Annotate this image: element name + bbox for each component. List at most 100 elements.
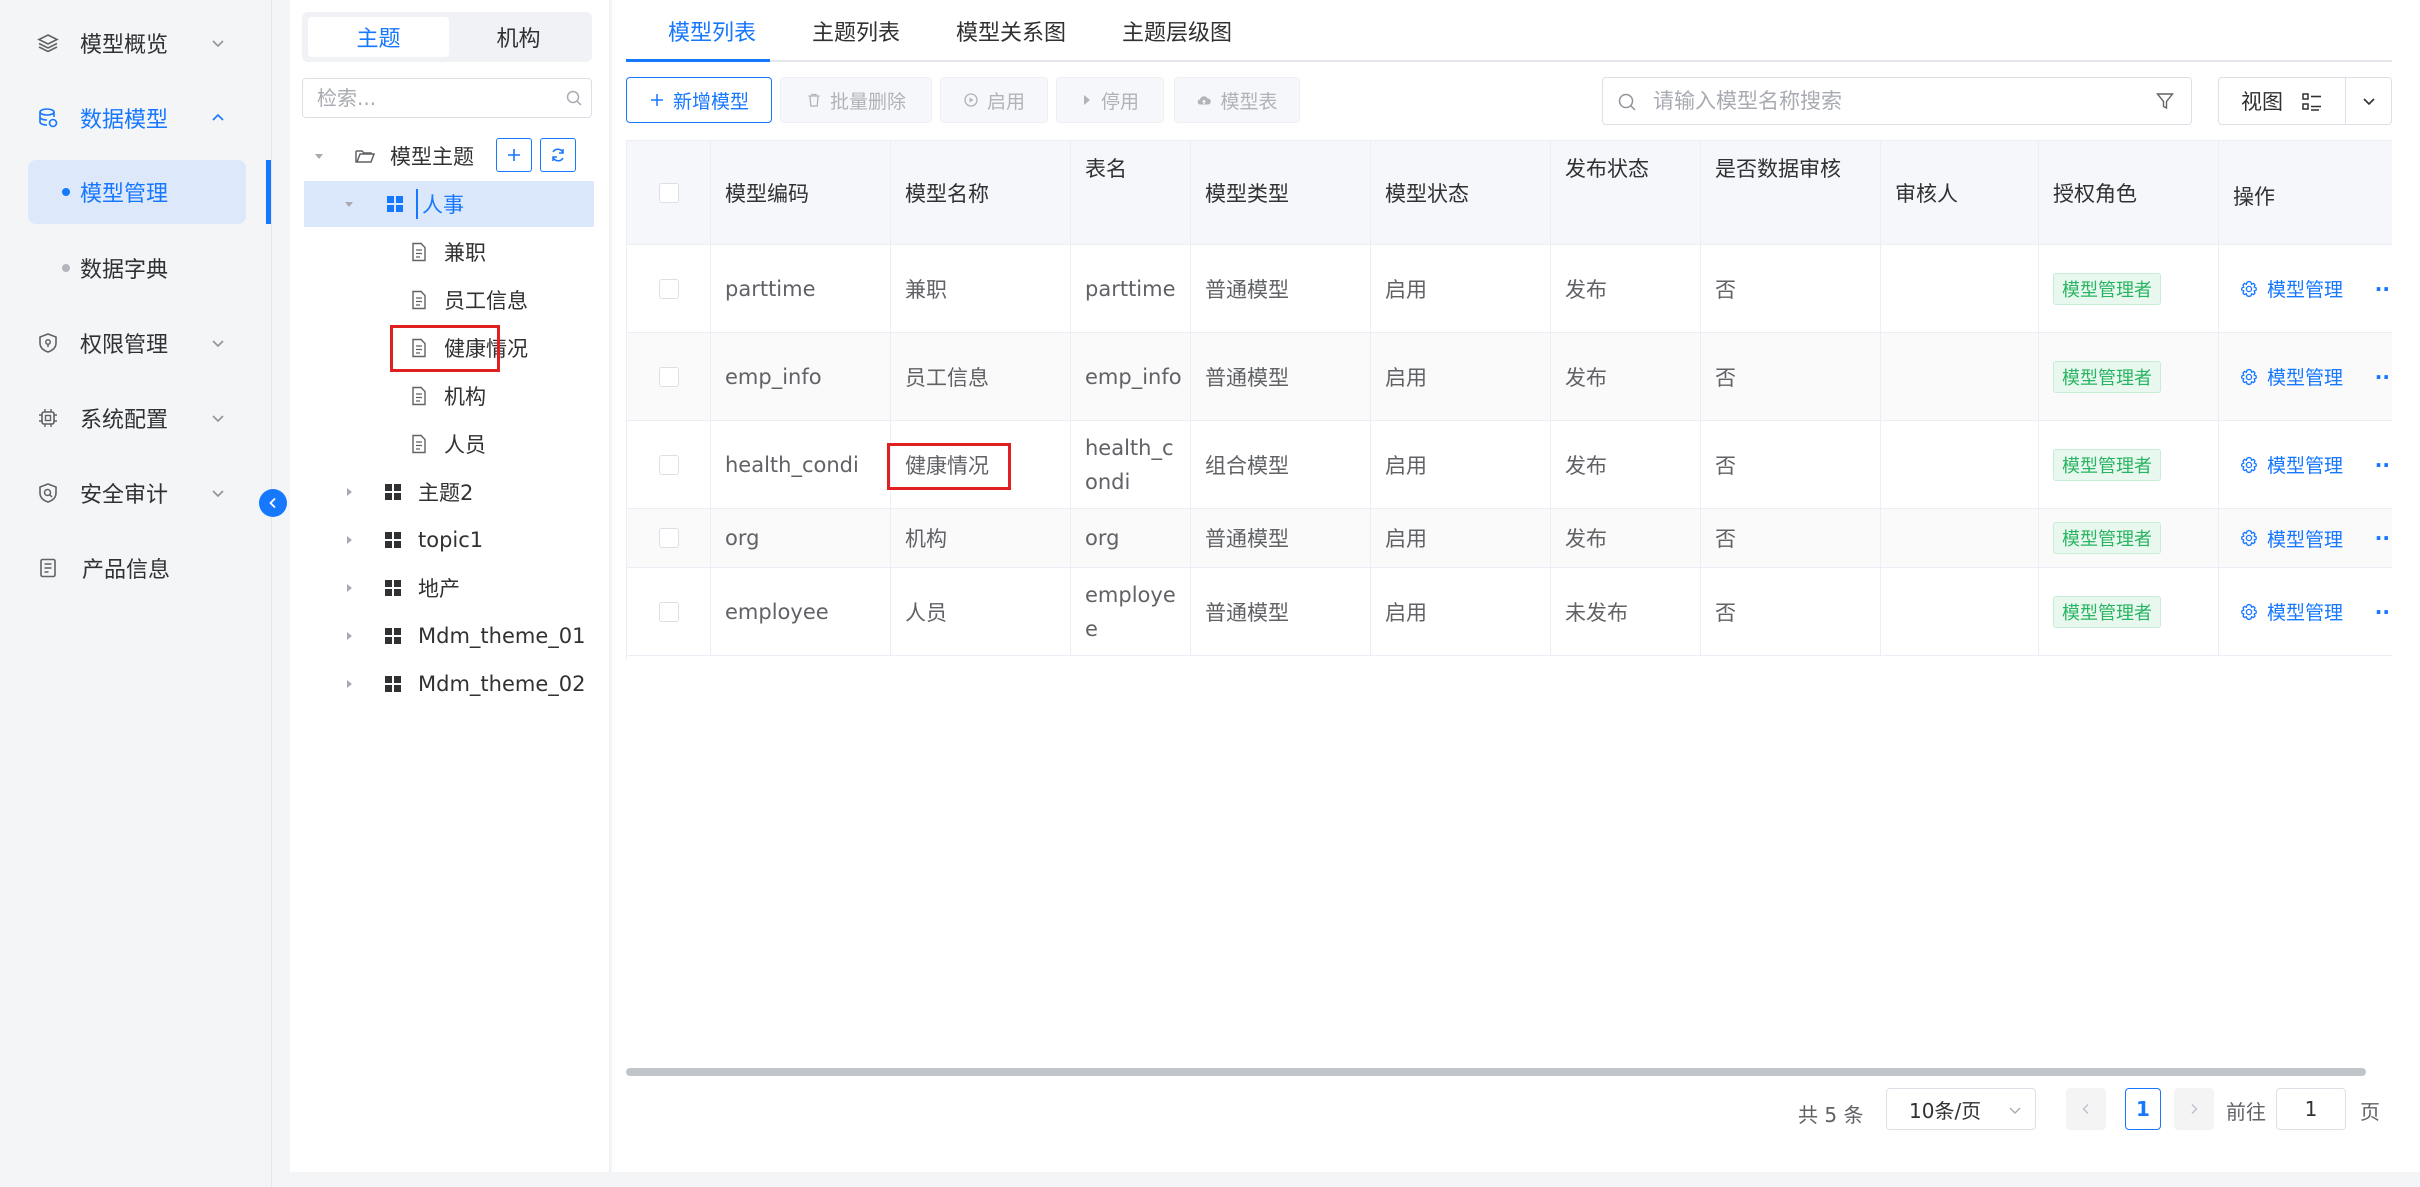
page-number-1[interactable]: 1	[2125, 1088, 2161, 1130]
model-manage-link[interactable]: 模型管理	[2239, 598, 2343, 625]
view-toggle-button[interactable]: 视图	[2218, 77, 2346, 125]
segment-theme[interactable]: 主题	[308, 17, 449, 57]
cell-audit: 否	[1701, 568, 1881, 655]
cell-checkbox	[627, 333, 711, 420]
model-manage-link[interactable]: 模型管理	[2239, 525, 2343, 552]
caret-right-icon[interactable]	[342, 485, 356, 499]
batch-delete-button[interactable]: 批量删除	[780, 77, 932, 123]
caret-right-icon[interactable]	[342, 581, 356, 595]
cell-role: 模型管理者	[2039, 568, 2219, 655]
tree-search-input[interactable]	[303, 79, 553, 117]
more-actions-icon[interactable]: ··	[2375, 526, 2390, 550]
sidebar-item-data-model[interactable]: 数据模型	[0, 88, 272, 148]
header-model-type: 模型类型	[1191, 141, 1371, 245]
tree-refresh-button[interactable]	[540, 138, 576, 172]
sidebar-subitem-data-dictionary[interactable]: 数据字典	[28, 236, 246, 300]
filter-icon[interactable]	[2155, 91, 2175, 111]
model-manage-link[interactable]: 模型管理	[2239, 275, 2343, 302]
tab-model-relation[interactable]: 模型关系图	[956, 0, 1066, 62]
goto-page-box	[2276, 1088, 2346, 1130]
tab-theme-list[interactable]: 主题列表	[812, 0, 900, 62]
cell-name: 兼职	[891, 245, 1071, 332]
more-actions-icon[interactable]: ··	[2375, 365, 2390, 389]
tree-node-label: 模型主题	[390, 145, 474, 169]
pagination-total: 共 5 条	[1798, 1102, 1864, 1127]
sidebar-item-label: 产品信息	[82, 558, 171, 583]
page-size-select[interactable]: 10条/页	[1886, 1088, 2036, 1130]
segment-organization[interactable]: 机构	[448, 17, 589, 57]
model-manage-link[interactable]: 模型管理	[2239, 363, 2343, 390]
sidebar-collapse-button[interactable]	[259, 489, 287, 517]
model-manage-link[interactable]: 模型管理	[2239, 451, 2343, 478]
model-table-label: 模型表	[1220, 90, 1278, 113]
model-search-input[interactable]	[1653, 78, 2133, 124]
tree-node-org[interactable]: 机构	[290, 374, 608, 418]
tree-node-label: 人事	[416, 189, 464, 219]
tree-node-parttime[interactable]: 兼职	[290, 230, 608, 274]
cell-status: 启用	[1371, 509, 1551, 567]
model-manage-label: 模型管理	[2267, 528, 2344, 551]
caret-down-icon[interactable]	[342, 197, 356, 211]
row-checkbox[interactable]	[658, 528, 679, 548]
tree-node-real-estate[interactable]: 地产	[290, 566, 608, 610]
caret-right-icon[interactable]	[342, 533, 356, 547]
caret-right-icon[interactable]	[342, 629, 356, 643]
sidebar-item-model-overview[interactable]: 模型概览	[0, 13, 272, 73]
more-actions-icon[interactable]: ··	[2375, 277, 2390, 301]
caret-right-icon[interactable]	[342, 677, 356, 691]
tree-node-mdm-theme-01[interactable]: Mdm_theme_01	[290, 614, 608, 658]
next-page-button[interactable]	[2174, 1088, 2214, 1130]
horizontal-scrollbar[interactable]	[626, 1068, 2366, 1076]
sidebar-subitem-model-management[interactable]: 模型管理	[28, 160, 246, 224]
tree-node-label: 机构	[444, 385, 486, 409]
sidebar-item-security-audit[interactable]: 安全审计	[0, 463, 272, 523]
search-icon[interactable]	[565, 89, 583, 107]
tree-node-theme2[interactable]: 主题2	[290, 470, 608, 514]
tree-node-mdm-theme-02[interactable]: Mdm_theme_02	[290, 662, 608, 706]
sidebar-item-system-config[interactable]: 系统配置	[0, 388, 272, 448]
caret-down-icon[interactable]	[312, 149, 326, 163]
chevron-down-icon	[2362, 98, 2375, 106]
chevron-left-icon	[269, 497, 276, 509]
view-dropdown-button[interactable]	[2345, 77, 2392, 125]
header-operation: 操作	[2219, 141, 2392, 245]
row-checkbox[interactable]	[658, 366, 679, 387]
disable-button[interactable]: 停用	[1056, 77, 1164, 123]
row-checkbox[interactable]	[658, 601, 679, 622]
add-model-label: 新增模型	[672, 90, 749, 113]
add-model-button[interactable]: 新增模型	[626, 77, 772, 123]
row-checkbox[interactable]	[658, 278, 679, 299]
model-table: 模型编码 模型名称 表名 模型类型 模型状态 发布状态 是否数据审核 审核人 授…	[626, 140, 2392, 660]
tree-node-emp-info[interactable]: 员工信息	[290, 278, 608, 322]
highlight-box	[887, 443, 1011, 490]
tree-node-personnel[interactable]: 人事	[304, 181, 594, 227]
cell-reviewer	[1881, 245, 2039, 332]
cell-type: 普通模型	[1191, 245, 1371, 332]
cloud-upload-icon	[1196, 92, 1212, 108]
prev-page-button[interactable]	[2066, 1088, 2106, 1130]
enable-button[interactable]: 启用	[940, 77, 1048, 123]
tree-node-topic1[interactable]: topic1	[290, 518, 608, 562]
cell-audit: 否	[1701, 333, 1881, 420]
gear-icon	[2241, 529, 2257, 547]
tab-model-list[interactable]: 模型列表	[668, 0, 756, 62]
trash-icon	[806, 92, 822, 108]
sidebar-item-product-info[interactable]: 产品信息	[0, 538, 272, 598]
tab-theme-hierarchy[interactable]: 主题层级图	[1122, 0, 1232, 62]
more-actions-icon[interactable]: ··	[2375, 453, 2390, 477]
row-checkbox[interactable]	[658, 454, 679, 475]
batch-delete-label: 批量删除	[829, 90, 906, 113]
sidebar-item-permission[interactable]: 权限管理	[0, 313, 272, 373]
sidebar-item-label: 安全审计	[80, 483, 169, 508]
chevron-down-icon	[212, 415, 224, 423]
tree-add-button[interactable]	[496, 138, 532, 172]
model-manage-label: 模型管理	[2267, 455, 2344, 477]
gear-icon	[2241, 368, 2257, 385]
select-all-checkbox[interactable]	[658, 183, 679, 203]
bullet-dot-icon	[62, 188, 70, 196]
goto-page-input[interactable]	[2277, 1089, 2345, 1129]
model-table-button[interactable]: 模型表	[1174, 77, 1300, 123]
tree-node-employee[interactable]: 人员	[290, 422, 608, 466]
cell-code: parttime	[711, 245, 891, 332]
more-actions-icon[interactable]: ··	[2375, 600, 2390, 624]
